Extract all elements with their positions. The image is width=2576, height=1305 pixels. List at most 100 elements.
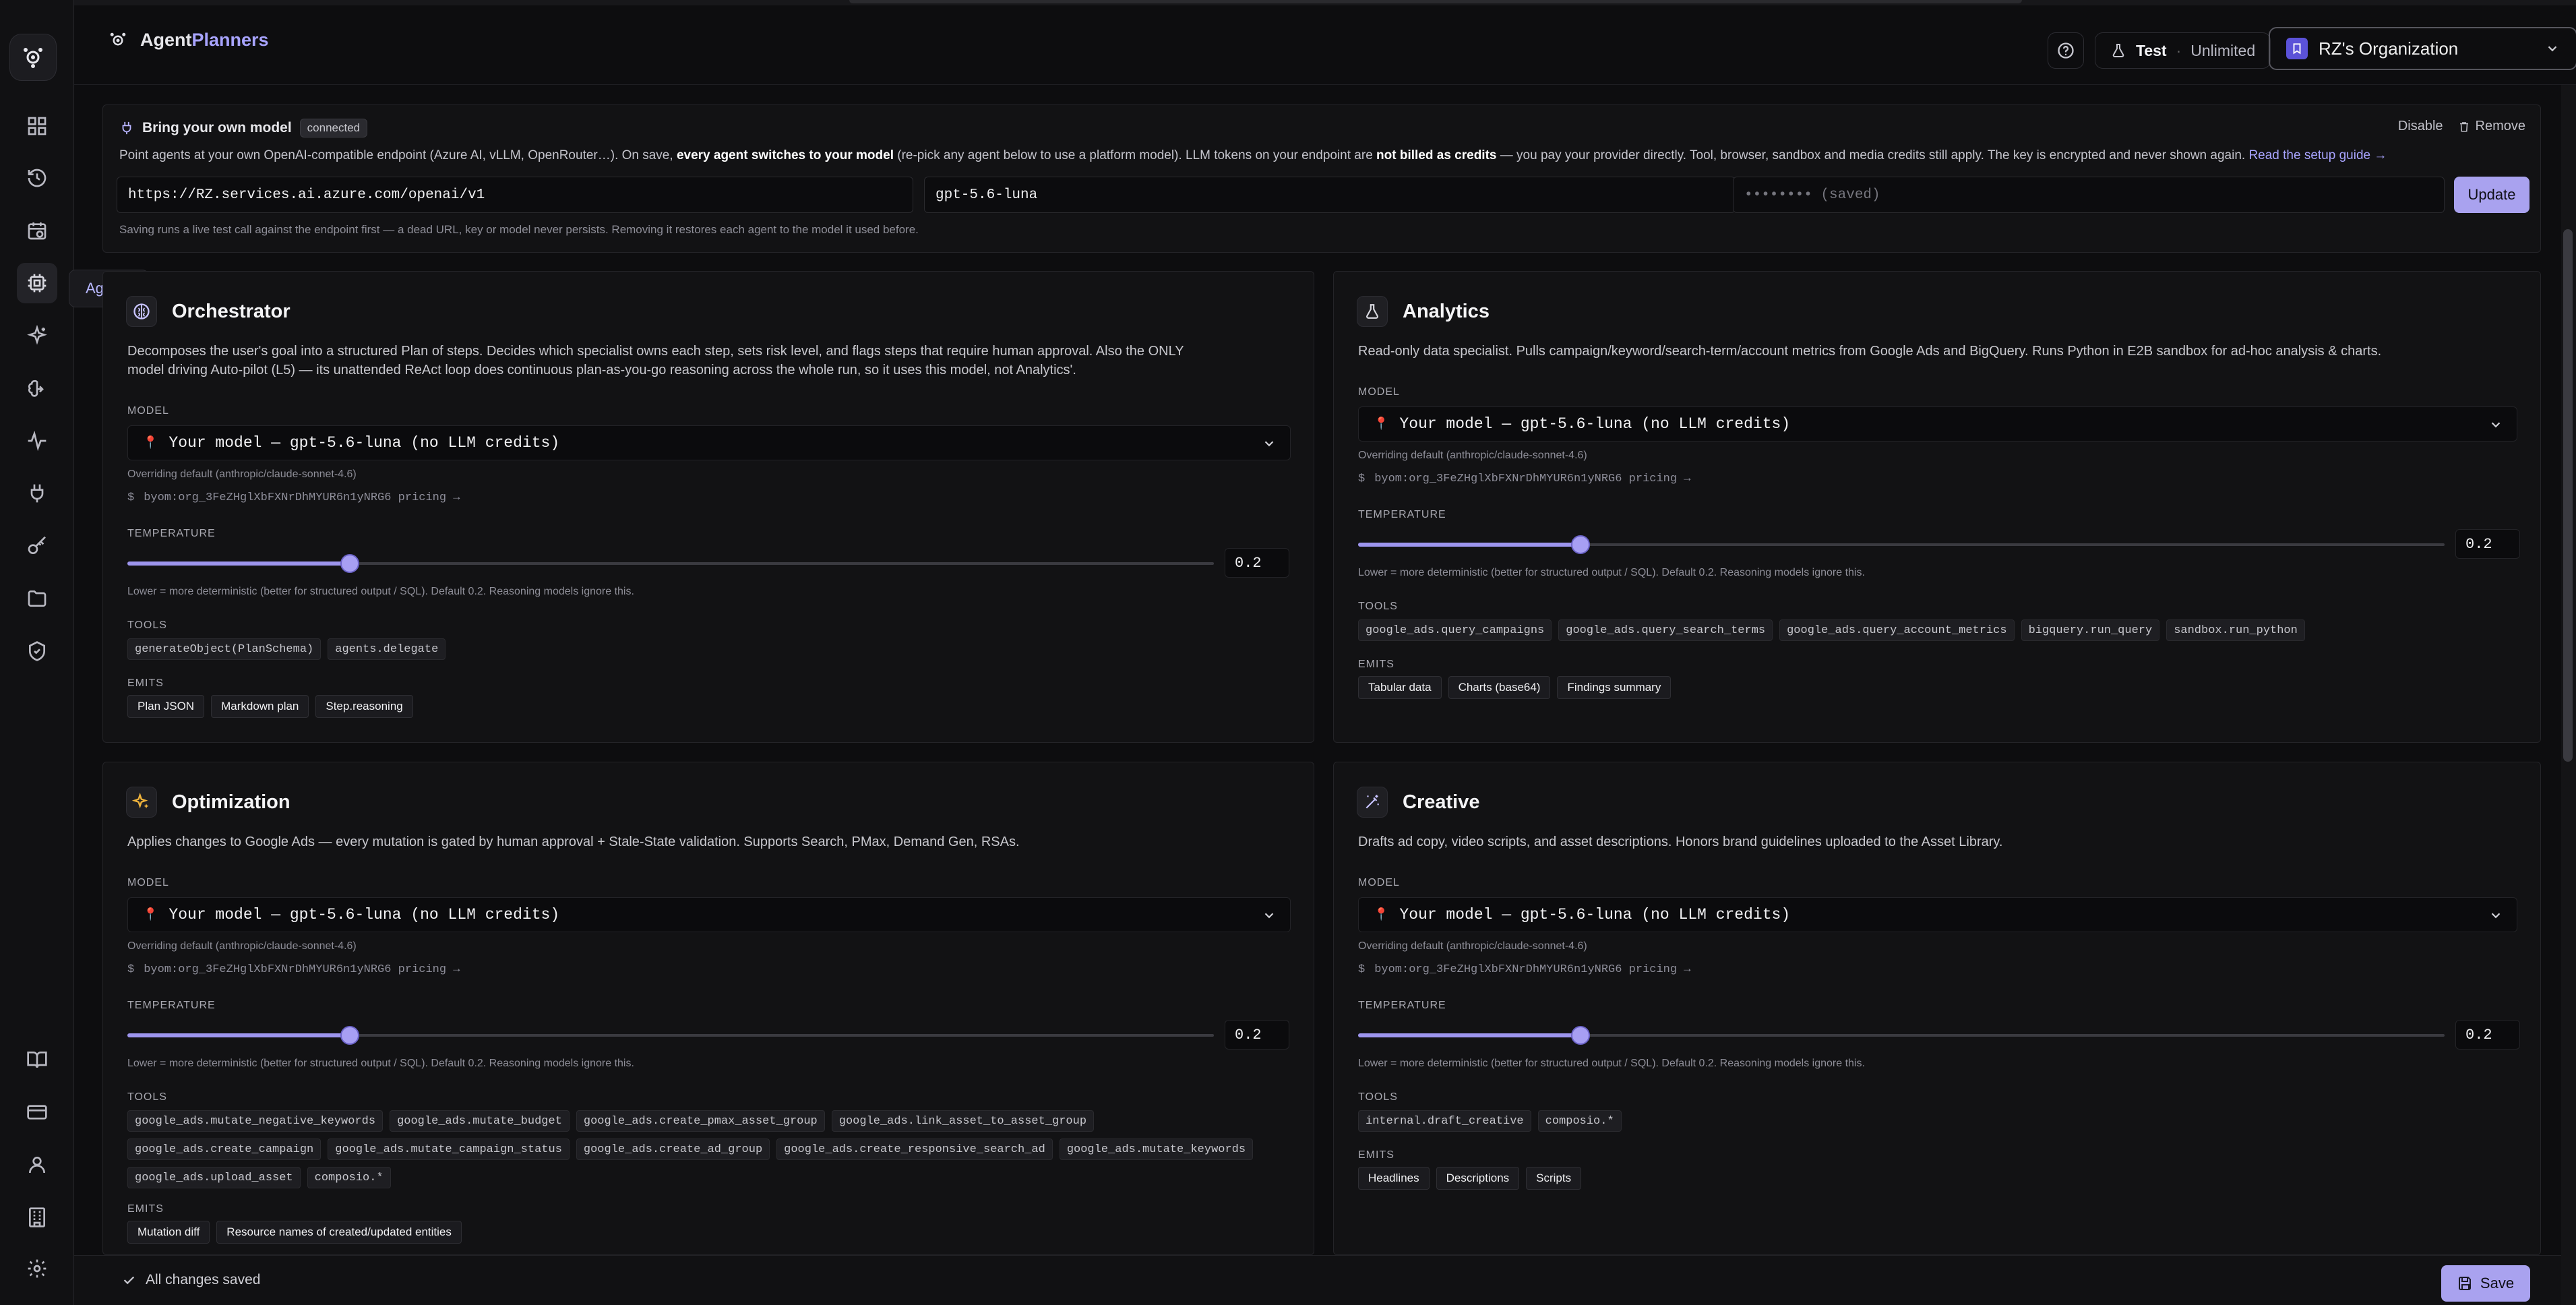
override-note: Overriding default (anthropic/claude-son… <box>1358 940 1587 952</box>
help-button[interactable] <box>2048 32 2084 69</box>
app-logo[interactable] <box>9 34 57 81</box>
override-note: Overriding default (anthropic/claude-son… <box>127 468 357 480</box>
temperature-input[interactable]: 0.2 <box>2455 529 2520 559</box>
tools-label: TOOLS <box>1358 601 1398 612</box>
tool-chip: composio.* <box>307 1167 391 1188</box>
temperature-hint: Lower = more deterministic (better for s… <box>1358 1058 1865 1069</box>
byom-title-row: Bring your own model connected <box>119 119 368 138</box>
pricing-link[interactable]: $ byom:org_3FeZHglXbFXNrDhMYUR6n1yNRG6 pr… <box>1358 963 1690 976</box>
temperature-input[interactable]: 0.2 <box>1225 1020 1289 1050</box>
brain-icon[interactable] <box>17 368 57 408</box>
override-note: Overriding default (anthropic/claude-son… <box>127 940 357 952</box>
activity-icon[interactable] <box>17 421 57 461</box>
pricing-link[interactable]: $ byom:org_3FeZHglXbFXNrDhMYUR6n1yNRG6 pr… <box>1358 473 1690 485</box>
pin-icon: 📍 <box>143 909 158 922</box>
temperature-slider[interactable] <box>127 553 1214 574</box>
save-icon <box>2458 1277 2471 1290</box>
agents-icon[interactable] <box>17 263 57 303</box>
slider-thumb[interactable] <box>340 554 359 573</box>
save-button[interactable]: Save <box>2441 1265 2530 1302</box>
disable-button[interactable]: Disable <box>2398 119 2443 134</box>
agent-description: Decomposes the user's goal into a struct… <box>127 342 1184 380</box>
model-label: MODEL <box>127 877 169 888</box>
top-scroll-indicator <box>849 0 2022 3</box>
tool-chip: google_ads.link_asset_to_asset_group <box>831 1110 1095 1132</box>
user-icon[interactable] <box>17 1145 57 1185</box>
model-select[interactable]: 📍 Your model — gpt-5.6-luna (no LLM credi… <box>1358 897 2517 932</box>
save-footer: All changes saved Save <box>74 1255 2561 1305</box>
tool-chip: composio.* <box>1537 1110 1622 1132</box>
setup-guide-link[interactable]: Read the setup guide → <box>2248 148 2387 162</box>
agent-header: Creative <box>1357 787 1479 818</box>
temperature-hint: Lower = more deterministic (better for s… <box>127 1058 634 1069</box>
model-select[interactable]: 📍 Your model — gpt-5.6-luna (no LLM credi… <box>1358 406 2517 442</box>
byom-actions: Disable Remove <box>2398 119 2525 134</box>
key-icon[interactable] <box>17 526 57 566</box>
book-icon[interactable] <box>17 1039 57 1080</box>
api-key-input[interactable]: •••••••• (saved) <box>1733 177 2445 213</box>
org-switcher[interactable]: RZ's Organization <box>2269 27 2576 70</box>
pin-icon: 📍 <box>1374 418 1389 431</box>
flask-icon <box>2112 44 2124 57</box>
model-label: MODEL <box>1358 877 1400 888</box>
credit-card-icon[interactable] <box>17 1092 57 1132</box>
schedule-icon[interactable] <box>17 210 57 251</box>
plan-tier: Test <box>2136 41 2167 59</box>
page-scrollbar-thumb[interactable] <box>2563 229 2573 762</box>
tools-label: TOOLS <box>127 1091 167 1103</box>
temperature-slider[interactable] <box>127 1025 1214 1045</box>
shield-check-icon[interactable] <box>17 631 57 671</box>
dollar-icon: $ <box>1358 963 1366 976</box>
temperature-label: TEMPERATURE <box>1358 509 1446 520</box>
temperature-slider[interactable] <box>1358 1025 2445 1045</box>
tool-chip: agents.delegate <box>328 638 446 660</box>
chevron-down-icon <box>2491 913 2501 919</box>
brand-prefix: Agent <box>140 30 192 50</box>
byom-desc-bold-1: every agent switches to your model <box>676 148 894 162</box>
brand[interactable]: AgentPlanners <box>108 30 269 51</box>
remove-button[interactable]: Remove <box>2458 119 2525 134</box>
tool-chip: google_ads.upload_asset <box>127 1167 301 1188</box>
trash-icon <box>2459 121 2468 131</box>
temperature-input[interactable]: 0.2 <box>2455 1020 2520 1050</box>
save-label: Save <box>2480 1275 2515 1292</box>
slider-thumb[interactable] <box>1571 535 1590 554</box>
pricing-link[interactable]: $ byom:org_3FeZHglXbFXNrDhMYUR6n1yNRG6 pr… <box>127 963 460 976</box>
temperature-slider[interactable] <box>1358 535 2445 555</box>
slider-thumb[interactable] <box>340 1026 359 1045</box>
emits-list: Tabular data Charts (base64) Findings su… <box>1358 676 1672 699</box>
pin-icon: 📍 <box>143 437 158 450</box>
sparkles-icon[interactable] <box>17 315 57 356</box>
agent-card-optimization: Optimization Applies changes to Google A… <box>102 762 1314 1255</box>
brand-logo-icon <box>110 32 126 45</box>
emits-list: Mutation diff Resource names of created/… <box>127 1221 462 1244</box>
history-icon[interactable] <box>17 158 57 198</box>
agent-name: Orchestrator <box>172 300 290 322</box>
tool-chip: google_ads.query_campaigns <box>1358 619 1552 641</box>
model-input[interactable]: gpt-5.6-luna <box>924 177 1736 213</box>
brain-icon <box>126 296 157 327</box>
slider-thumb[interactable] <box>1571 1026 1590 1045</box>
folder-icon[interactable] <box>17 578 57 619</box>
tools-list: generateObject(PlanSchema) agents.delega… <box>127 638 1293 660</box>
building-icon[interactable] <box>17 1197 57 1238</box>
temperature-input[interactable]: 0.2 <box>1225 548 1289 578</box>
endpoint-input[interactable]: https://RZ.services.ai.azure.com/openai/… <box>117 177 913 213</box>
settings-icon[interactable] <box>17 1248 57 1289</box>
plan-indicator[interactable]: Test · Unlimited <box>2095 32 2271 69</box>
emit-chip: Headlines <box>1358 1167 1430 1190</box>
pricing-text: byom:org_3FeZHglXbFXNrDhMYUR6n1yNRG6 pri… <box>144 491 460 504</box>
browser-top-strip <box>74 0 2576 5</box>
model-select-value: Your model — gpt-5.6-luna (no LLM credit… <box>168 906 560 923</box>
model-select[interactable]: 📍 Your model — gpt-5.6-luna (no LLM credi… <box>127 897 1291 932</box>
dashboard-icon[interactable] <box>17 106 57 146</box>
plug-icon[interactable] <box>17 473 57 514</box>
chevron-down-icon <box>2491 422 2501 428</box>
agent-name: Creative <box>1403 791 1480 813</box>
logo-icon <box>24 48 42 68</box>
tool-chip: generateObject(PlanSchema) <box>127 638 321 660</box>
model-select[interactable]: 📍 Your model — gpt-5.6-luna (no LLM credi… <box>127 425 1291 460</box>
agent-desc-line-1: Applies changes to Google Ads — every mu… <box>127 834 1020 849</box>
update-button[interactable]: Update <box>2454 177 2529 213</box>
pricing-link[interactable]: $ byom:org_3FeZHglXbFXNrDhMYUR6n1yNRG6 pr… <box>127 491 460 504</box>
